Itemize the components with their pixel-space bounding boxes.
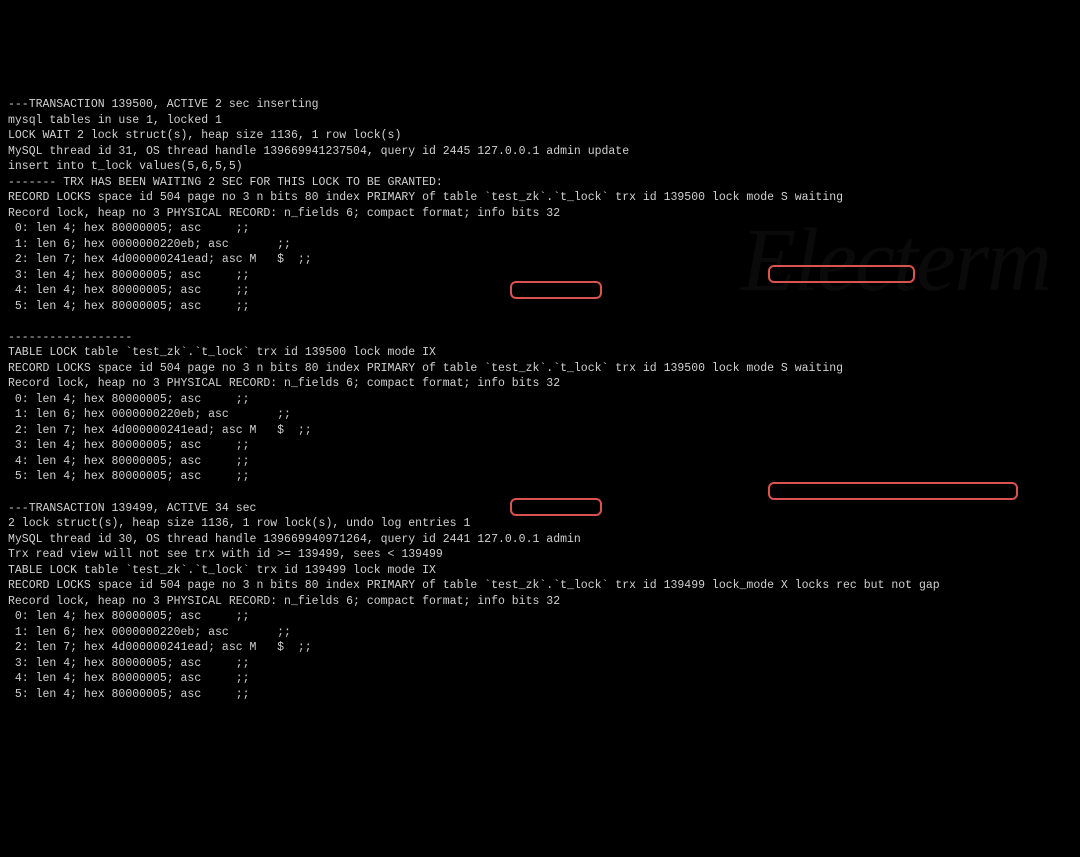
terminal-line: MySQL thread id 30, OS thread handle 139… [8, 532, 1072, 548]
terminal-line: 4: len 4; hex 80000005; asc ;; [8, 283, 1072, 299]
terminal-output: ---TRANSACTION 139500, ACTIVE 2 sec inse… [8, 97, 1072, 702]
terminal-line: 5: len 4; hex 80000005; asc ;; [8, 469, 1072, 485]
terminal-line: 2 lock struct(s), heap size 1136, 1 row … [8, 516, 1072, 532]
terminal-line: 5: len 4; hex 80000005; asc ;; [8, 299, 1072, 315]
terminal-line: 1: len 6; hex 0000000220eb; asc ;; [8, 407, 1072, 423]
terminal-line: RECORD LOCKS space id 504 page no 3 n bi… [8, 361, 1072, 377]
terminal-line: MySQL thread id 31, OS thread handle 139… [8, 144, 1072, 160]
terminal-line: ---TRANSACTION 139500, ACTIVE 2 sec inse… [8, 97, 1072, 113]
terminal-line: mysql tables in use 1, locked 1 [8, 113, 1072, 129]
terminal-line: ---TRANSACTION 139499, ACTIVE 34 sec [8, 501, 1072, 517]
terminal-line: Record lock, heap no 3 PHYSICAL RECORD: … [8, 594, 1072, 610]
terminal-line: 1: len 6; hex 0000000220eb; asc ;; [8, 625, 1072, 641]
terminal-line: 0: len 4; hex 80000005; asc ;; [8, 392, 1072, 408]
terminal-line: 4: len 4; hex 80000005; asc ;; [8, 671, 1072, 687]
terminal-line: 2: len 7; hex 4d000000241ead; asc M $ ;; [8, 640, 1072, 656]
terminal-line: insert into t_lock values(5,6,5,5) [8, 159, 1072, 175]
terminal-line: Trx read view will not see trx with id >… [8, 547, 1072, 563]
terminal-line: ------- TRX HAS BEEN WAITING 2 SEC FOR T… [8, 175, 1072, 191]
terminal-line: RECORD LOCKS space id 504 page no 3 n bi… [8, 578, 1072, 594]
terminal-line: ------------------ [8, 330, 1072, 346]
terminal-line: 5: len 4; hex 80000005; asc ;; [8, 687, 1072, 703]
terminal-line: RECORD LOCKS space id 504 page no 3 n bi… [8, 190, 1072, 206]
terminal-line: LOCK WAIT 2 lock struct(s), heap size 11… [8, 128, 1072, 144]
terminal-line: TABLE LOCK table `test_zk`.`t_lock` trx … [8, 563, 1072, 579]
terminal-line: TABLE LOCK table `test_zk`.`t_lock` trx … [8, 345, 1072, 361]
terminal-line: 0: len 4; hex 80000005; asc ;; [8, 221, 1072, 237]
terminal-line: Record lock, heap no 3 PHYSICAL RECORD: … [8, 206, 1072, 222]
terminal-line: Record lock, heap no 3 PHYSICAL RECORD: … [8, 376, 1072, 392]
terminal-line: 4: len 4; hex 80000005; asc ;; [8, 454, 1072, 470]
terminal-line: 2: len 7; hex 4d000000241ead; asc M $ ;; [8, 423, 1072, 439]
terminal-line: 2: len 7; hex 4d000000241ead; asc M $ ;; [8, 252, 1072, 268]
terminal-line: 0: len 4; hex 80000005; asc ;; [8, 609, 1072, 625]
terminal-line: 3: len 4; hex 80000005; asc ;; [8, 656, 1072, 672]
terminal-line: 3: len 4; hex 80000005; asc ;; [8, 438, 1072, 454]
terminal-line [8, 314, 1072, 330]
terminal-line [8, 485, 1072, 501]
terminal-line: 3: len 4; hex 80000005; asc ;; [8, 268, 1072, 284]
terminal-line: 1: len 6; hex 0000000220eb; asc ;; [8, 237, 1072, 253]
